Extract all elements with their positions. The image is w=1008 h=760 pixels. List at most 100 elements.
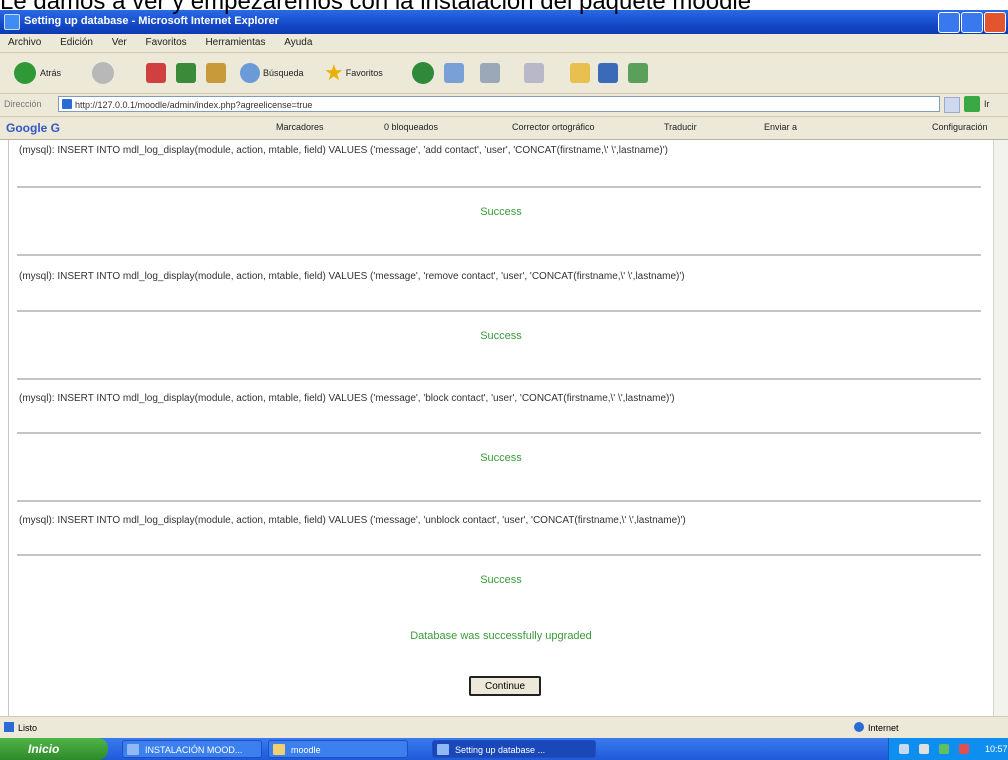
tray-icon[interactable] (959, 744, 969, 754)
research-button[interactable] (628, 61, 651, 85)
taskbar-item[interactable]: Setting up database ... (432, 740, 596, 758)
menu-herramientas[interactable]: Herramientas (205, 37, 265, 48)
zone-text: Internet (868, 723, 899, 733)
folder-button[interactable] (570, 61, 593, 85)
messenger-icon (598, 63, 618, 83)
translate-button[interactable]: Traducir (664, 122, 697, 132)
divider (17, 186, 981, 188)
home-button[interactable] (206, 61, 229, 85)
tray-icon[interactable] (919, 744, 929, 754)
tray-icon[interactable] (899, 744, 909, 754)
system-tray: 10:57 (888, 738, 1008, 760)
menu-archivo[interactable]: Archivo (8, 37, 41, 48)
menu-favoritos[interactable]: Favoritos (146, 37, 187, 48)
history-button[interactable] (412, 61, 438, 85)
divider (17, 254, 981, 256)
menu-edicion[interactable]: Edición (60, 37, 93, 48)
bookmarks-menu[interactable]: Marcadores (276, 122, 324, 132)
divider (17, 500, 981, 502)
maximize-button[interactable] (961, 12, 983, 33)
status-bar: Listo Internet (0, 716, 1008, 739)
folder-icon (570, 63, 590, 83)
back-arrow-icon (14, 62, 36, 84)
taskbar-item-label: Setting up database ... (455, 745, 546, 755)
forward-arrow-icon (92, 62, 114, 84)
sql-statement: (mysql): INSERT INTO mdl_log_display(mod… (19, 515, 686, 526)
favorites-button[interactable]: ★ Favoritos (324, 60, 383, 85)
address-input[interactable]: http://127.0.0.1/moodle/admin/index.php?… (58, 96, 940, 112)
address-label: Dirección (4, 99, 42, 109)
start-label: Inicio (28, 742, 60, 756)
google-logo: Google G (6, 121, 60, 135)
research-icon (628, 63, 648, 83)
stop-icon (146, 63, 166, 83)
go-label: Ir (984, 99, 990, 109)
success-message: Success (480, 330, 522, 342)
taskbar-item[interactable]: INSTALACIÓN MOOD... (122, 740, 262, 758)
overlay-caption: Le damos a ver y empezaremos con la inst… (0, 0, 752, 14)
refresh-icon (176, 63, 196, 83)
folder-icon (273, 744, 285, 755)
mail-button[interactable] (444, 61, 467, 85)
close-button[interactable] (984, 12, 1006, 33)
settings-button[interactable]: Configuración (932, 122, 988, 132)
taskbar-item-label: moodle (291, 745, 321, 755)
sql-statement: (mysql): INSERT INTO mdl_log_display(mod… (19, 145, 668, 156)
status-text: Listo (18, 723, 38, 733)
address-dropdown-icon[interactable] (944, 97, 960, 113)
search-button[interactable]: Búsqueda (240, 61, 304, 85)
edit-button[interactable] (524, 61, 547, 85)
forward-button[interactable] (92, 61, 118, 85)
print-button[interactable] (480, 61, 503, 85)
clock: 10:57 (985, 744, 1008, 754)
favorites-label: Favoritos (345, 68, 383, 78)
edit-icon (524, 63, 544, 83)
minimize-button[interactable] (938, 12, 960, 33)
menu-bar: Archivo Edición Ver Favoritos Herramient… (0, 34, 1008, 53)
word-icon (127, 744, 139, 755)
taskbar-item[interactable]: moodle (268, 740, 408, 758)
content-box: (mysql): INSERT INTO mdl_log_display(mod… (8, 140, 994, 716)
vertical-scrollbar[interactable] (993, 140, 1008, 716)
divider (17, 554, 981, 556)
page-done-icon (4, 722, 14, 732)
spellcheck-button[interactable]: Corrector ortográfico (512, 122, 595, 132)
go-button[interactable] (964, 96, 980, 112)
page-content: (mysql): INSERT INTO mdl_log_display(mod… (0, 140, 1008, 716)
star-icon: ★ (324, 60, 344, 85)
success-message: Success (480, 206, 522, 218)
menu-ver[interactable]: Ver (112, 37, 127, 48)
menu-ayuda[interactable]: Ayuda (284, 37, 312, 48)
popup-blocker[interactable]: 0 bloqueados (384, 122, 438, 132)
taskbar-item-label: INSTALACIÓN MOOD... (145, 745, 243, 755)
ie-icon (437, 744, 449, 755)
back-button[interactable]: Atrás (14, 61, 61, 85)
sql-statement: (mysql): INSERT INTO mdl_log_display(mod… (19, 271, 685, 282)
tray-icon[interactable] (939, 744, 949, 754)
start-button[interactable]: Inicio (0, 738, 108, 760)
toolbar: Atrás Búsqueda ★ Favoritos (0, 53, 1008, 94)
divider (17, 378, 981, 380)
ie-icon (4, 14, 20, 30)
refresh-button[interactable] (176, 61, 199, 85)
messenger-button[interactable] (598, 61, 621, 85)
search-label: Búsqueda (263, 68, 304, 78)
sql-statement: (mysql): INSERT INTO mdl_log_display(mod… (19, 393, 675, 404)
stop-button[interactable] (146, 61, 169, 85)
internet-zone-icon (854, 722, 864, 732)
page-icon (62, 99, 72, 109)
google-toolbar: Google G Marcadores 0 bloqueados Correct… (0, 117, 1008, 140)
home-icon (206, 63, 226, 83)
continue-button[interactable]: Continue (469, 676, 541, 696)
send-to-button[interactable]: Enviar a (764, 122, 797, 132)
taskbar: Inicio INSTALACIÓN MOOD... moodle Settin… (0, 738, 1008, 760)
upgrade-complete-message: Database was successfully upgraded (410, 630, 592, 642)
divider (17, 432, 981, 434)
divider (17, 310, 981, 312)
mail-icon (444, 63, 464, 83)
search-icon (240, 63, 260, 83)
window-title: Setting up database - Microsoft Internet… (24, 15, 279, 27)
history-icon (412, 62, 434, 84)
print-icon (480, 63, 500, 83)
success-message: Success (480, 452, 522, 464)
